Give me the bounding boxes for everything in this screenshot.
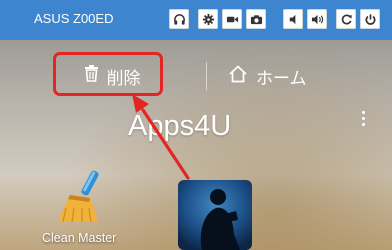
phone-home-screen: ASUS Z00ED 削除 ホーム Apps4U Clean Master — [0, 0, 392, 250]
home-icon — [228, 64, 248, 88]
device-toolbar: ASUS Z00ED — [0, 0, 392, 40]
broom-icon — [56, 168, 106, 224]
dropbar-divider — [206, 62, 207, 90]
kindle-reader-icon — [178, 180, 252, 250]
volume-down-icon[interactable] — [283, 9, 303, 29]
video-camera-icon[interactable] — [222, 9, 242, 29]
home-label: ホーム — [256, 68, 307, 89]
app-clean-master[interactable]: Clean Master — [42, 168, 126, 250]
toolbar-group-media — [169, 9, 189, 31]
highlight-box — [53, 52, 163, 96]
home-drop-target[interactable]: ホーム — [228, 58, 360, 94]
power-icon[interactable] — [360, 9, 380, 29]
toolbar-group-system — [336, 9, 380, 31]
refresh-icon[interactable] — [336, 9, 356, 29]
overflow-menu-icon[interactable] — [359, 111, 367, 137]
toolbar-group-volume — [283, 9, 327, 31]
app-kindle[interactable] — [178, 180, 252, 250]
volume-up-icon[interactable] — [307, 9, 327, 29]
folder-title[interactable]: Apps4U — [128, 110, 231, 143]
gear-icon[interactable] — [198, 9, 218, 29]
headphones-icon[interactable] — [169, 9, 189, 29]
toolbar-group-capture — [198, 9, 266, 31]
device-name: ASUS Z00ED — [34, 11, 114, 26]
app-label: Clean Master — [42, 231, 117, 245]
camera-icon[interactable] — [246, 9, 266, 29]
